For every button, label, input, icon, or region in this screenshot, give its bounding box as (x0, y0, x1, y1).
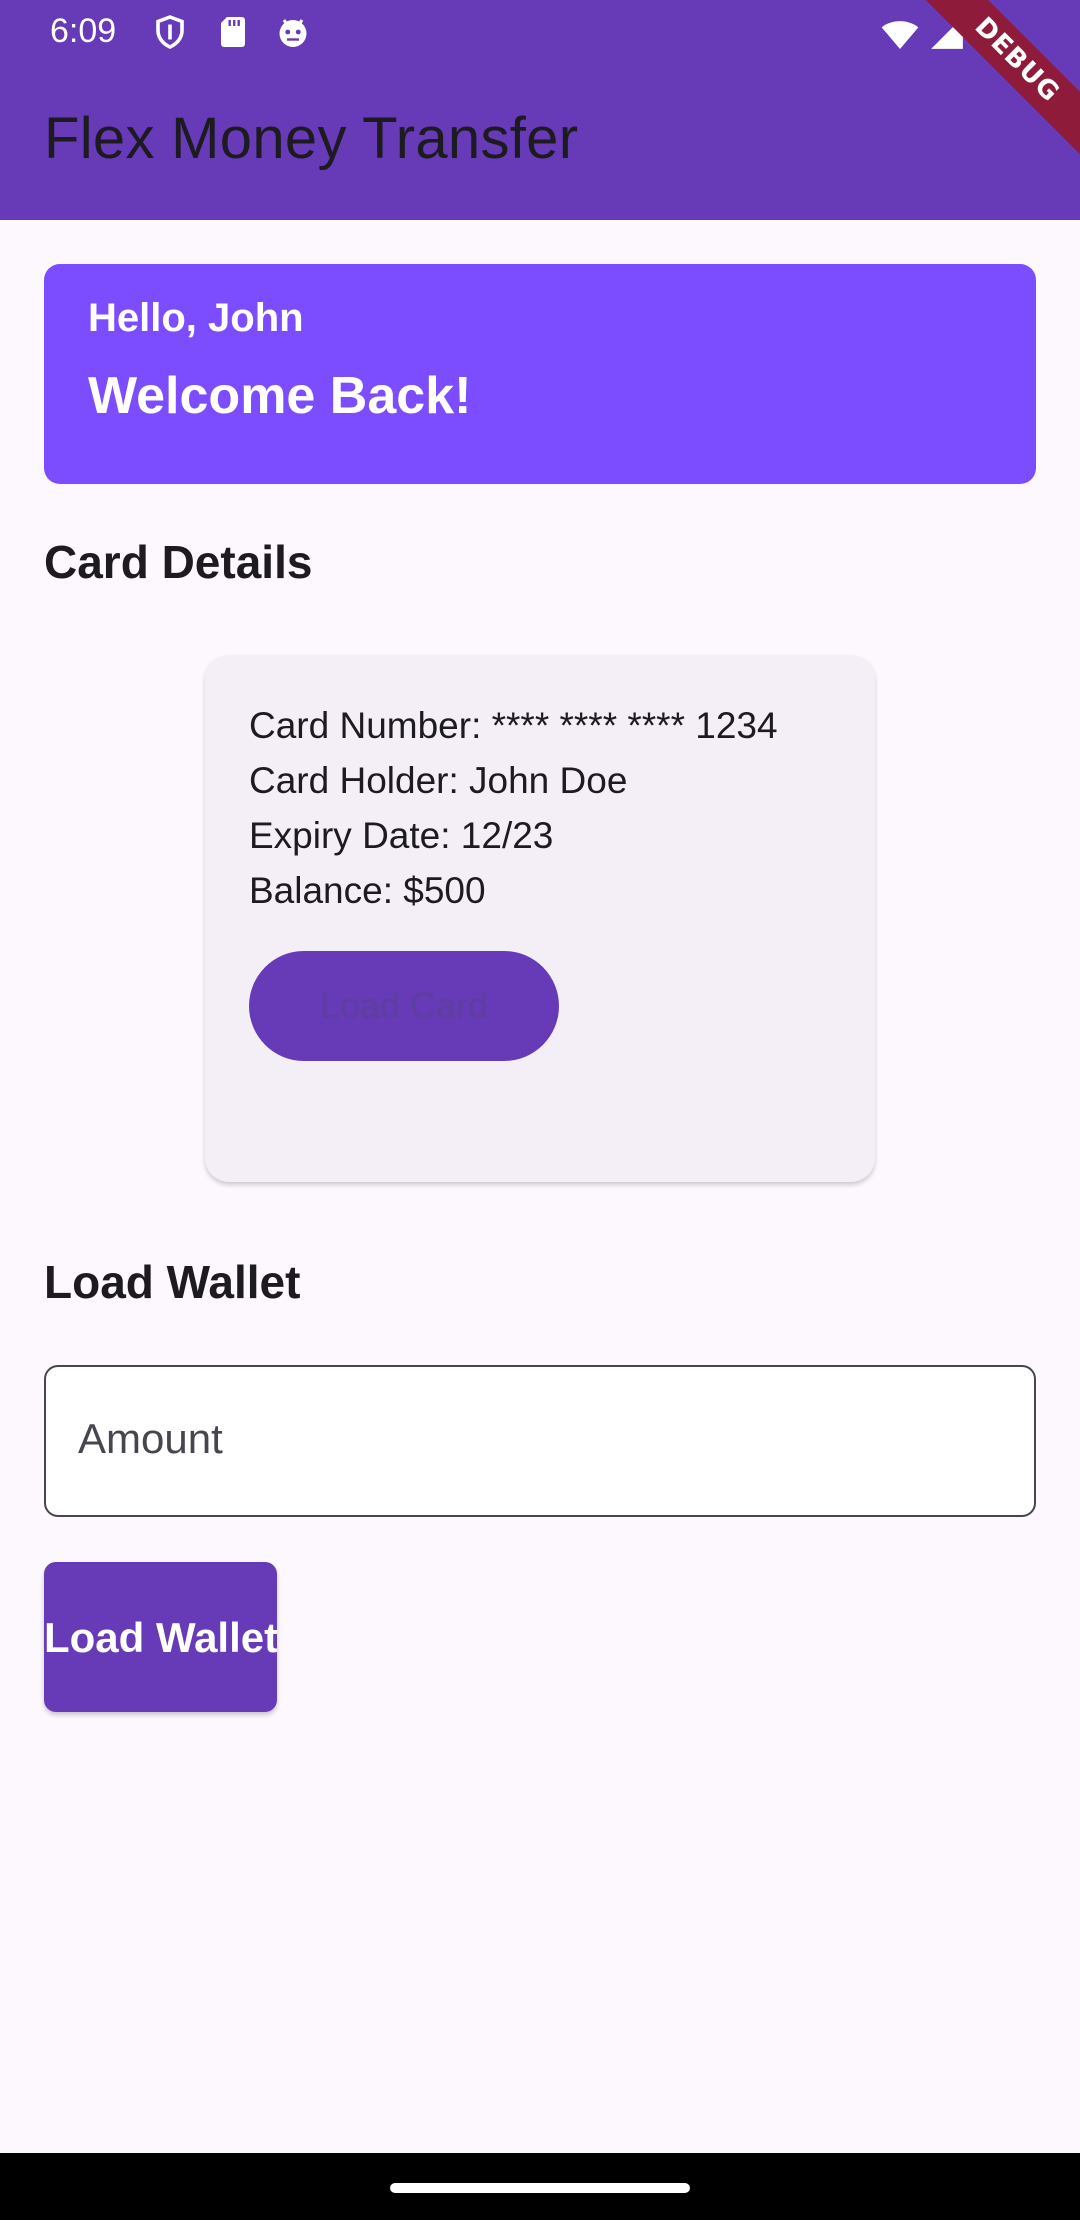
app-title: Flex Money Transfer (44, 106, 579, 171)
system-nav-bar (0, 2153, 1080, 2220)
load-wallet-heading: Load Wallet (44, 1256, 301, 1308)
welcome-card: Hello, John Welcome Back! (44, 264, 1036, 484)
status-time: 6:09 (50, 12, 117, 50)
app-bar: 6:09 Flex Money Transfer DEBUG (0, 0, 1080, 220)
card-details-heading: Card Details (44, 536, 313, 588)
gesture-handle[interactable] (390, 2183, 690, 2193)
amount-label: Amount (78, 1415, 223, 1462)
android-debug-icon (279, 19, 307, 47)
welcome-message: Welcome Back! (88, 367, 472, 425)
card-number: Card Number: **** **** **** 1234 (249, 705, 778, 746)
shield-icon (156, 15, 184, 49)
wifi-icon (881, 21, 919, 49)
screen: 6:09 Flex Money Transfer DEBUG Hello, Jo… (0, 0, 1080, 2220)
card-details-card: Card Number: **** **** **** 1234 Card Ho… (205, 655, 875, 1182)
sd-card-icon (221, 17, 245, 47)
greeting-text: Hello, John (88, 296, 304, 340)
load-wallet-button[interactable]: Load Wallet (44, 1562, 277, 1712)
card-balance: Balance: $500 (249, 870, 486, 911)
status-bar: 6:09 (0, 0, 1080, 66)
card-holder: Card Holder: John Doe (249, 760, 628, 801)
card-expiry: Expiry Date: 12/23 (249, 815, 554, 856)
amount-input[interactable]: Amount (44, 1365, 1036, 1517)
load-wallet-button-label: Load Wallet (44, 1614, 277, 1661)
load-card-button[interactable]: Load Card (249, 951, 559, 1061)
